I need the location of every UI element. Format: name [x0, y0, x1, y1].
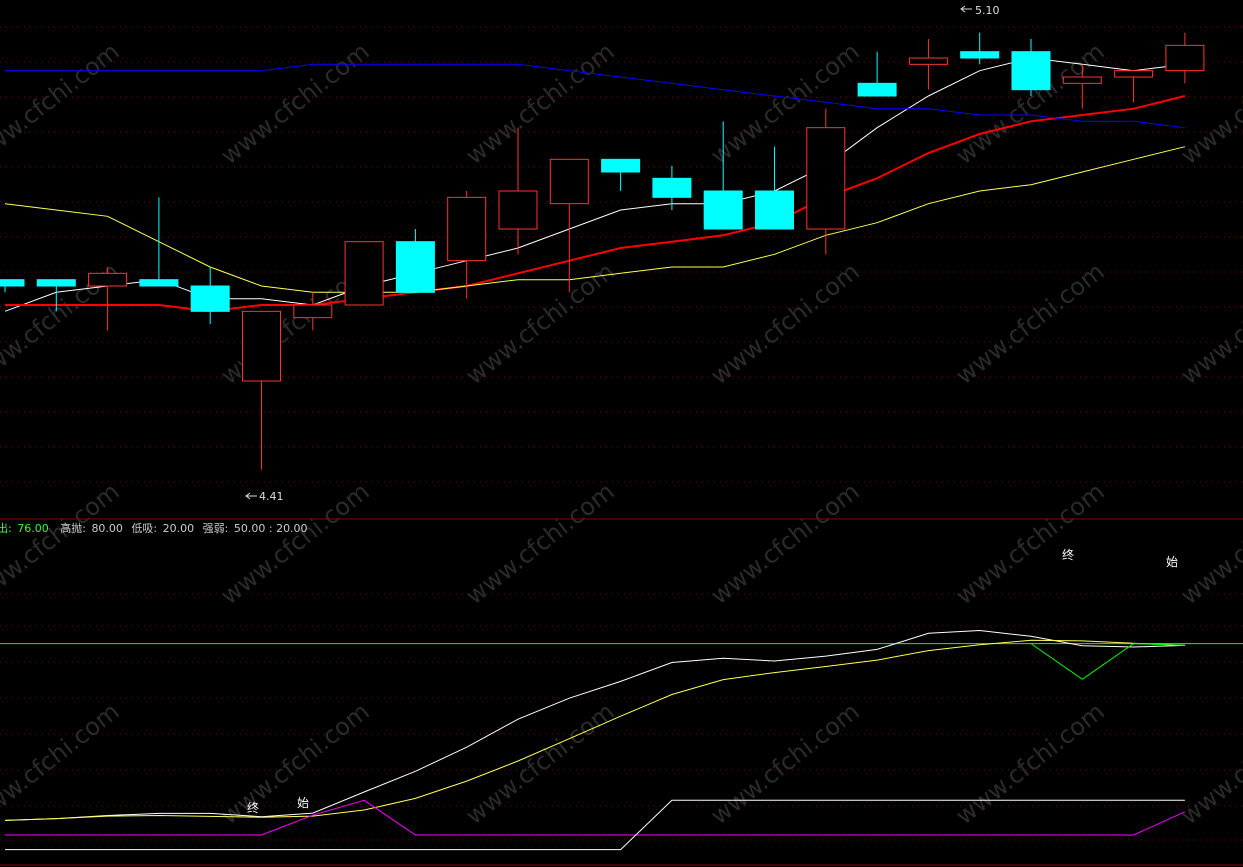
- candle: [344, 241, 384, 306]
- candle-body: [960, 51, 1000, 59]
- candle-body: [88, 272, 128, 287]
- candle-body: [0, 279, 25, 287]
- stock-chart: www.cfchi.com www.cfchi.com www.cfchi.com w…: [0, 0, 1243, 867]
- price-high-label: 5.10: [975, 4, 1000, 17]
- low-buy-value: 20.00: [163, 522, 195, 535]
- strength-label: 强弱:: [203, 522, 229, 535]
- candle-body: [908, 57, 948, 65]
- end-marker-bottom: 终: [247, 800, 259, 815]
- candle-body: [1062, 76, 1102, 84]
- candle-body: [293, 304, 333, 319]
- candle-body: [601, 158, 641, 173]
- end-marker-top: 终: [1062, 547, 1074, 562]
- candle-body: [447, 196, 487, 262]
- strength-value: 50.00 : 20.00: [234, 522, 308, 535]
- price-low-label: 4.41: [259, 490, 284, 503]
- candle-body: [190, 285, 230, 312]
- candle-body: [1114, 70, 1154, 78]
- candle-body: [549, 158, 589, 205]
- candle-body: [703, 190, 743, 230]
- candle-body: [857, 82, 897, 97]
- sell-value: 76.00: [17, 522, 49, 535]
- candle-body: [498, 190, 538, 230]
- candle-body: [139, 279, 179, 287]
- start-marker-top: 始: [1166, 555, 1178, 569]
- high-throw-label: 高抛:: [60, 521, 86, 535]
- candle-body: [806, 127, 846, 230]
- candle-body: [1011, 51, 1051, 91]
- candle-body: [344, 241, 384, 306]
- low-buy-label: 低吸:: [131, 522, 157, 535]
- candle-body: [755, 190, 794, 230]
- candle-body: [242, 310, 281, 382]
- indicator-header: 卖出: 76.00 高抛: 80.00 低吸: 20.00 强弱: 50.00 …: [0, 521, 308, 535]
- candle-body: [395, 241, 435, 293]
- candle-body: [1165, 44, 1205, 72]
- candle-body: [652, 177, 692, 198]
- candle-body: [36, 279, 76, 287]
- high-throw-value: 80.00: [91, 522, 123, 535]
- start-marker-bottom: 始: [297, 796, 309, 810]
- sell-label: 卖出:: [0, 521, 12, 535]
